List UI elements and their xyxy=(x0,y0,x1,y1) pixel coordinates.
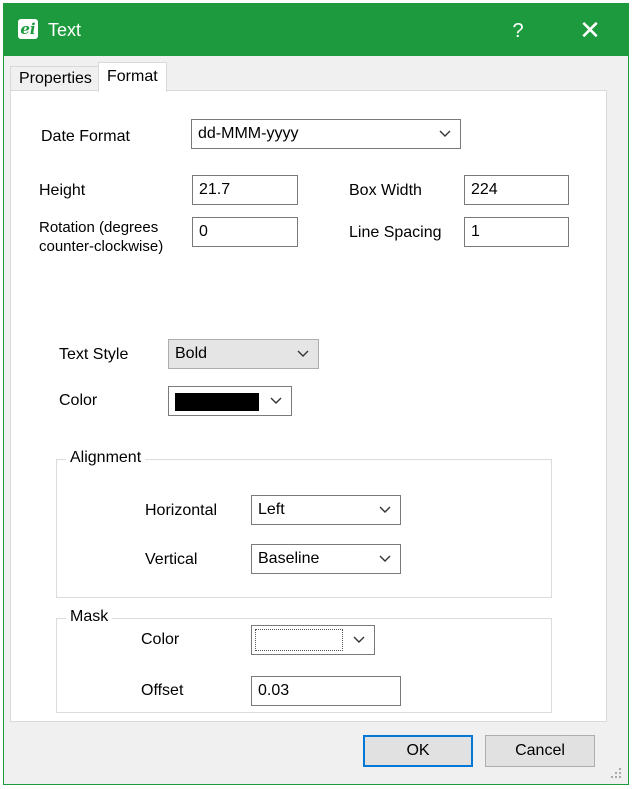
horizontal-value: Left xyxy=(258,501,285,518)
text-style-value: Bold xyxy=(175,345,208,362)
text-style-combobox[interactable]: Bold xyxy=(168,339,319,369)
chevron-down-icon xyxy=(378,503,392,517)
mask-group-title: Mask xyxy=(66,608,113,626)
date-format-value: dd-MMM-yyyy xyxy=(198,125,299,142)
box-width-label: Box Width xyxy=(349,182,422,199)
chevron-down-icon xyxy=(438,127,452,141)
vertical-label: Vertical xyxy=(145,551,198,568)
window-title: Text xyxy=(48,20,82,40)
close-icon: ✕ xyxy=(579,15,601,45)
alignment-group: Alignment Horizontal Left Vertical Basel… xyxy=(56,449,552,598)
horizontal-label: Horizontal xyxy=(145,502,218,519)
cancel-button[interactable]: Cancel xyxy=(485,735,595,767)
box-width-input[interactable]: 224 xyxy=(464,175,569,205)
offset-label: Offset xyxy=(141,682,184,699)
mask-color-picker[interactable] xyxy=(251,625,375,655)
height-input[interactable]: 21.7 xyxy=(192,175,298,205)
text-style-label: Text Style xyxy=(59,346,129,363)
alignment-group-title: Alignment xyxy=(66,449,146,467)
rotation-input[interactable]: 0 xyxy=(192,217,298,247)
format-panel: Date Format dd-MMM-yyyy Height 21.7 Box … xyxy=(10,90,607,722)
chevron-down-icon xyxy=(269,394,283,408)
close-button[interactable]: ✕ xyxy=(560,12,620,50)
title-bar[interactable]: ei Text ? ✕ xyxy=(4,4,628,56)
ok-button[interactable]: OK xyxy=(363,735,473,767)
color-picker[interactable] xyxy=(168,386,292,416)
horizontal-combobox[interactable]: Left xyxy=(251,495,401,525)
text-dialog: ei Text ? ✕ Properties Format Date Forma… xyxy=(3,3,629,785)
vertical-combobox[interactable]: Baseline xyxy=(251,544,401,574)
vertical-value: Baseline xyxy=(258,550,320,567)
mask-group: Mask Color Offset 0.03 xyxy=(56,608,552,713)
color-label: Color xyxy=(59,392,98,409)
height-label: Height xyxy=(39,182,86,199)
app-logo-icon: ei xyxy=(18,19,38,39)
mask-color-label: Color xyxy=(141,631,180,648)
line-spacing-input[interactable]: 1 xyxy=(464,217,569,247)
offset-input[interactable]: 0.03 xyxy=(251,676,401,706)
mask-color-swatch xyxy=(255,629,343,651)
date-format-label: Date Format xyxy=(41,128,130,145)
color-swatch xyxy=(175,393,259,411)
tab-format[interactable]: Format xyxy=(98,62,167,92)
help-button[interactable]: ? xyxy=(494,12,542,50)
chevron-down-icon xyxy=(352,633,366,647)
resize-grip-icon[interactable] xyxy=(610,766,622,778)
date-format-combobox[interactable]: dd-MMM-yyyy xyxy=(191,119,461,149)
rotation-label: Rotation (degrees counter-clockwise) xyxy=(39,219,164,255)
chevron-down-icon xyxy=(296,347,310,361)
line-spacing-label: Line Spacing xyxy=(349,224,442,241)
chevron-down-icon xyxy=(378,552,392,566)
tab-properties[interactable]: Properties xyxy=(10,66,101,90)
